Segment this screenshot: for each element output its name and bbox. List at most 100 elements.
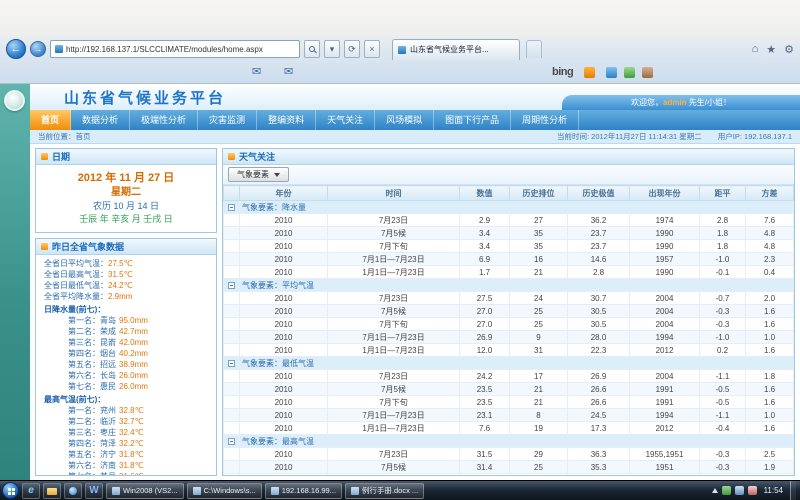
nav-item[interactable]: 数据分析	[71, 110, 130, 130]
station-name[interactable]: 济宁	[100, 450, 116, 459]
table-row[interactable]: 20107月1日—7月23日26.9928.01994-1.01.0	[224, 331, 794, 344]
taskbar-window-button[interactable]: C:\Windows\s...	[187, 483, 262, 499]
table-row[interactable]: 20107月5候23.52126.61991-0.51.6	[224, 383, 794, 396]
table-row[interactable]: 20101月1日—7月23日1.7212.81990-0.10.4	[224, 266, 794, 279]
station-name[interactable]: 菏泽	[100, 439, 116, 448]
nav-item[interactable]: 极端性分析	[130, 110, 198, 130]
taskbar-window-button[interactable]: Win2008 (VS2...	[106, 483, 184, 499]
station-name[interactable]: 招远	[100, 360, 116, 369]
collapse-icon[interactable]	[228, 360, 235, 367]
collapse-icon[interactable]	[228, 438, 235, 445]
volume-tray-icon[interactable]	[748, 486, 757, 495]
tools-icon[interactable]: ⚙	[784, 43, 794, 56]
station-name[interactable]: 烟台	[100, 349, 116, 358]
toolbar-app2-icon[interactable]	[624, 67, 635, 78]
station-name[interactable]: 临沂	[100, 417, 116, 426]
antivirus-tray-icon[interactable]	[722, 486, 731, 495]
table-row[interactable]: 20107月5候27.02530.52004-0.31.6	[224, 305, 794, 318]
table-row[interactable]: 20107月5候31.42535.31951-0.31.9	[224, 461, 794, 474]
table-cell: 1.8	[700, 240, 746, 253]
nav-item[interactable]: 周期性分析	[511, 110, 579, 130]
station-name[interactable]: 兖州	[100, 406, 116, 415]
nav-item[interactable]: 首页	[30, 110, 71, 130]
side-widget-button[interactable]	[4, 90, 25, 111]
station-name[interactable]: 青岛	[100, 316, 116, 325]
station-name[interactable]: 昆嵛	[100, 338, 116, 347]
table-cell: 1951	[630, 474, 700, 476]
column-header[interactable]: 历史排位	[510, 186, 568, 201]
table-row[interactable]: 20107月下旬31.42535.31951-0.31.9	[224, 474, 794, 476]
collapse-icon[interactable]	[228, 282, 235, 289]
bing-app-icon[interactable]	[584, 67, 595, 78]
table-section-row[interactable]: 气象要素：最低气温	[224, 357, 794, 370]
toolbar-app1-icon[interactable]	[606, 67, 617, 78]
station-name[interactable]: 惠民	[100, 382, 116, 391]
column-header[interactable]: 出现年份	[630, 186, 700, 201]
refresh-button[interactable]: ⟳	[344, 40, 360, 58]
explorer-taskbar-icon[interactable]	[43, 483, 61, 499]
taskbar-window-button[interactable]: 例行手册.docx ...	[345, 483, 424, 499]
home-icon[interactable]: ⌂	[752, 43, 759, 56]
table-row[interactable]: 20107月23日27.52430.72004-0.72.0	[224, 292, 794, 305]
column-header[interactable]: 距平	[700, 186, 746, 201]
table-cell: 3.4	[460, 227, 510, 240]
nav-item[interactable]: 风场模拟	[375, 110, 434, 130]
table-row[interactable]: 20101月1日—7月23日12.03122.320120.21.6	[224, 344, 794, 357]
element-filter-button[interactable]: 气象要素	[228, 167, 289, 182]
table-row[interactable]: 20101月1日—7月23日7.61917.32012-0.41.6	[224, 422, 794, 435]
nav-item[interactable]: 灾害监测	[198, 110, 257, 130]
favorites-icon[interactable]: ★	[766, 43, 776, 56]
station-name[interactable]: 济南	[100, 461, 116, 470]
table-section-row[interactable]: 气象要素：平均气温	[224, 279, 794, 292]
collapse-icon[interactable]	[228, 204, 235, 211]
table-row[interactable]: 20107月1日—7月23日6.91614.61957-1.02.3	[224, 253, 794, 266]
address-url[interactable]: http://192.168.137.1/SLCCLIMATE/modules/…	[66, 45, 263, 54]
rank-row: 第三名：枣庄32.4℃	[44, 427, 212, 438]
station-name[interactable]: 长岛	[100, 371, 116, 380]
column-header[interactable]: 年份	[240, 186, 328, 201]
table-row[interactable]: 20107月下旬23.52126.61991-0.51.6	[224, 396, 794, 409]
column-header[interactable]: 数值	[460, 186, 510, 201]
column-header[interactable]: 时间	[328, 186, 460, 201]
table-row[interactable]: 20107月23日2.92736.219742.87.6	[224, 214, 794, 227]
taskbar-window-button[interactable]: 192.168.16.99...	[265, 483, 342, 499]
toolbar-app3-icon[interactable]	[642, 67, 653, 78]
mail2-icon[interactable]: ✉	[284, 65, 293, 78]
table-row[interactable]: 20107月1日—7月23日23.1824.51994-1.11.0	[224, 409, 794, 422]
word-taskbar-icon[interactable]: W	[85, 483, 103, 499]
table-section-row[interactable]: 气象要素：降水量	[224, 201, 794, 214]
ie-taskbar-icon[interactable]: e	[22, 483, 40, 499]
table-row[interactable]: 20107月下旬27.02530.52004-0.31.6	[224, 318, 794, 331]
nav-item[interactable]: 天气关注	[316, 110, 375, 130]
tray-expand-icon[interactable]	[712, 488, 718, 493]
nav-item[interactable]: 图面下行产品	[434, 110, 511, 130]
new-tab-button[interactable]	[526, 40, 542, 58]
address-bar[interactable]: http://192.168.137.1/SLCCLIMATE/modules/…	[50, 40, 300, 58]
back-button[interactable]: ←	[6, 39, 26, 59]
station-name[interactable]: 荣成	[100, 327, 116, 336]
start-button[interactable]	[2, 482, 19, 499]
nav-item[interactable]: 整编资料	[257, 110, 316, 130]
stop-button[interactable]: ×	[364, 40, 380, 58]
table-section-row[interactable]: 气象要素：最高气温	[224, 435, 794, 448]
forward-button[interactable]: →	[30, 41, 46, 57]
address-dropdown-button[interactable]: ▾	[324, 40, 340, 58]
bing-logo[interactable]: bing	[552, 66, 573, 78]
station-name[interactable]: 莒县	[100, 472, 116, 475]
table-row[interactable]: 20107月下旬3.43523.719901.84.8	[224, 240, 794, 253]
table-row[interactable]: 20107月23日24.21726.92004-1.11.8	[224, 370, 794, 383]
media-player-taskbar-icon[interactable]	[64, 483, 82, 499]
browser-tab[interactable]: 山东省气候业务平台...	[392, 39, 520, 60]
station-name[interactable]: 枣庄	[100, 428, 116, 437]
show-desktop-button[interactable]	[790, 481, 796, 500]
mail-icon[interactable]: ✉	[252, 65, 261, 78]
column-header[interactable]: 方差	[746, 186, 794, 201]
column-header[interactable]: 历史极值	[568, 186, 630, 201]
network-tray-icon[interactable]	[735, 486, 744, 495]
clock[interactable]: 11:54	[761, 486, 786, 495]
search-button[interactable]	[304, 40, 320, 58]
table-row[interactable]: 20107月23日31.52936.31955,1951-0.32.5	[224, 448, 794, 461]
weather-table-wrap[interactable]: 年份时间数值历史排位历史极值出现年份距平方差 气象要素：降水量20107月23日…	[223, 185, 794, 475]
page-body: 山东省气候业务平台 欢迎您，admin 先生/小姐！ 首页数据分析极端性分析灾害…	[30, 84, 800, 480]
table-row[interactable]: 20107月5候3.43523.719901.84.8	[224, 227, 794, 240]
